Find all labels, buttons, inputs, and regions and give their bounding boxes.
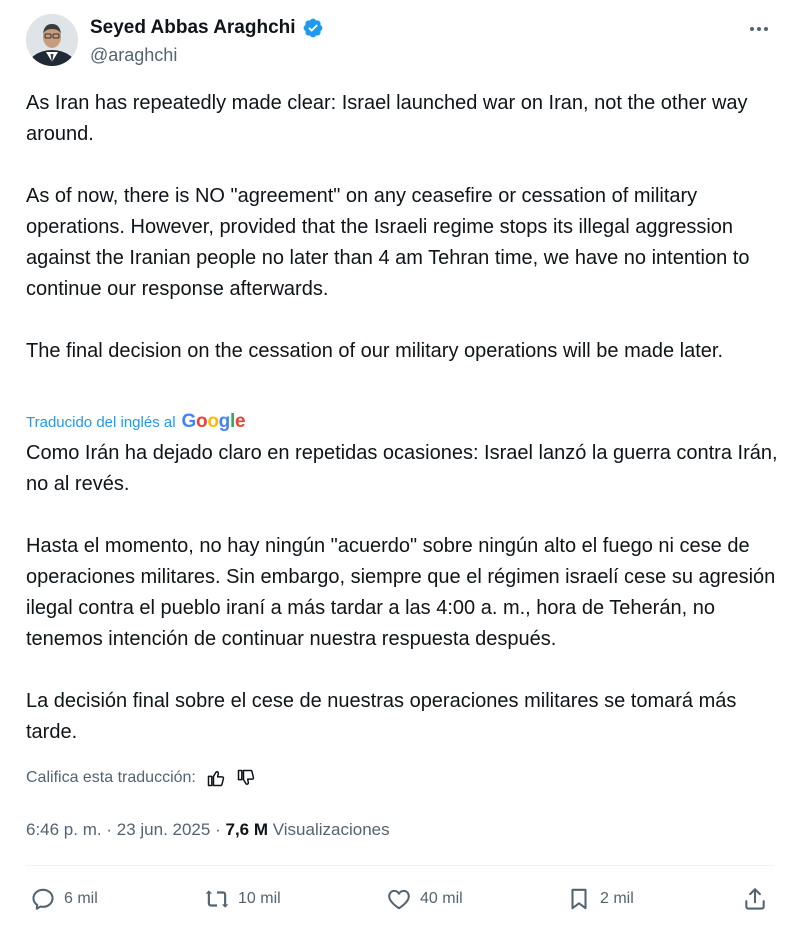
tweet-date[interactable]: 23 jun. 2025 (117, 820, 211, 839)
author-name[interactable]: Seyed Abbas Araghchi (90, 17, 296, 39)
reply-icon (32, 888, 54, 910)
share-button[interactable] (742, 886, 768, 912)
author-handle[interactable]: @araghchi (90, 45, 177, 66)
views-count: 7,6 M (225, 820, 269, 839)
translated-by-link[interactable]: Traducido del inglés al Google (26, 411, 246, 433)
divider (26, 865, 774, 866)
translation-text: Como Irán ha dejado claro en repetidas o… (26, 438, 778, 748)
more-icon-dot (757, 27, 761, 31)
avatar-image (26, 14, 78, 66)
verified-badge-icon (303, 18, 322, 38)
tweet-paragraph-2: As of now, there is NO "agreement" on an… (26, 185, 750, 300)
rate-translation-label: Califica esta traducción: (26, 769, 196, 786)
more-icon-dot (750, 27, 754, 31)
reply-button[interactable]: 6 mil (30, 886, 98, 912)
translation-paragraph-3: La decisión final sobre el cese de nuest… (26, 690, 737, 743)
like-icon (388, 889, 410, 910)
tweet-meta: 6:46 p. m. · 23 jun. 2025 · 7,6 M Visual… (26, 820, 390, 840)
views-label: Visualizaciones (272, 820, 390, 839)
share-icon (745, 888, 765, 910)
thumbs-down-icon[interactable] (236, 768, 256, 788)
bookmark-icon (571, 888, 587, 910)
action-bar: 6 mil 10 mil 40 mil 2 mil (30, 886, 774, 916)
translated-label: Traducido del inglés al (26, 414, 176, 431)
tweet-text: As Iran has repeatedly made clear: Israe… (26, 88, 778, 367)
tweet-time[interactable]: 6:46 p. m. (26, 820, 102, 839)
author-name-row[interactable]: Seyed Abbas Araghchi (90, 17, 324, 39)
google-logo: Google (181, 411, 246, 432)
thumbs-up-icon[interactable] (206, 768, 226, 788)
tweet-paragraph-3: The final decision on the cessation of o… (26, 340, 724, 362)
meta-separator: · (106, 820, 113, 839)
meta-separator: · (215, 820, 221, 839)
repost-count: 10 mil (238, 890, 281, 907)
avatar[interactable] (26, 14, 78, 66)
bookmark-count: 2 mil (600, 890, 634, 907)
repost-icon (205, 890, 229, 908)
rate-translation: Califica esta traducción: (26, 768, 256, 788)
bookmark-button[interactable]: 2 mil (566, 886, 634, 912)
repost-button[interactable]: 10 mil (204, 886, 281, 912)
more-button[interactable] (744, 14, 774, 44)
translation-paragraph-2: Hasta el momento, no hay ningún "acuerdo… (26, 535, 776, 650)
reply-count: 6 mil (64, 890, 98, 907)
tweet-paragraph-1: As Iran has repeatedly made clear: Israe… (26, 92, 748, 145)
more-icon-dot (764, 27, 768, 31)
translation-paragraph-1: Como Irán ha dejado claro en repetidas o… (26, 442, 778, 495)
like-button[interactable]: 40 mil (386, 886, 463, 912)
like-count: 40 mil (420, 890, 463, 907)
